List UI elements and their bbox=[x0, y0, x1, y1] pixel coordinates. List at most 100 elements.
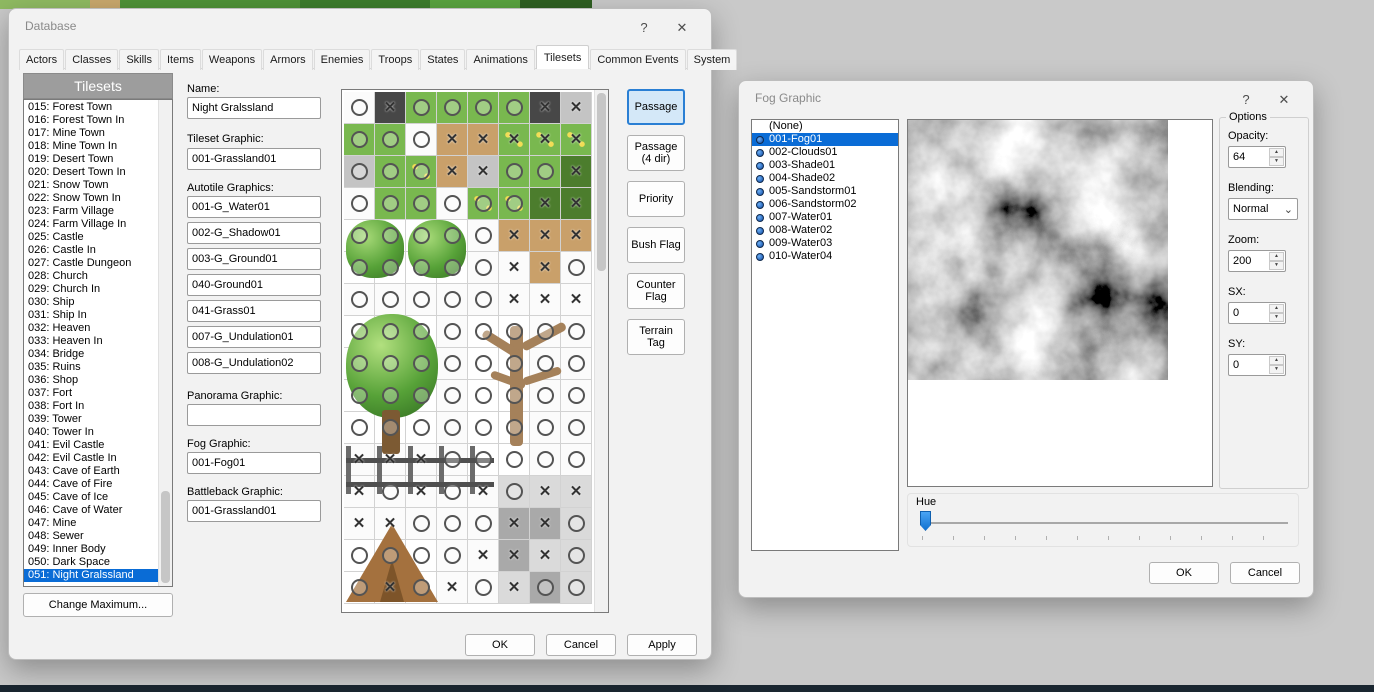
spinner-down-icon[interactable]: ▼ bbox=[1269, 313, 1284, 322]
tileset-list-item[interactable]: 033: Heaven In bbox=[24, 335, 159, 348]
tileset-list-item[interactable]: 024: Farm Village In bbox=[24, 218, 159, 231]
tile-cell[interactable] bbox=[530, 156, 561, 188]
apply-button[interactable]: Apply bbox=[627, 634, 697, 656]
tileset-list-item[interactable]: 048: Sewer bbox=[24, 530, 159, 543]
tile-cell[interactable] bbox=[561, 412, 592, 444]
tile-cell[interactable] bbox=[437, 508, 468, 540]
tileset-list-item[interactable]: 028: Church bbox=[24, 270, 159, 283]
tile-cell[interactable] bbox=[499, 188, 530, 220]
autotile-input-6[interactable] bbox=[187, 326, 321, 348]
tile-cell[interactable] bbox=[375, 252, 406, 284]
tab-items[interactable]: Items bbox=[159, 49, 201, 70]
fog-list-item[interactable]: 001-Fog01 bbox=[752, 133, 898, 146]
tile-cell[interactable]: ✕ bbox=[344, 476, 375, 508]
cancel-button[interactable]: Cancel bbox=[546, 634, 616, 656]
tile-cell[interactable]: ✕ bbox=[530, 476, 561, 508]
tile-cell[interactable]: ✕ bbox=[499, 540, 530, 572]
tile-cell[interactable]: ✕ bbox=[530, 220, 561, 252]
tile-cell[interactable] bbox=[499, 412, 530, 444]
tileset-list-item[interactable]: 040: Tower In bbox=[24, 426, 159, 439]
tile-cell[interactable] bbox=[375, 412, 406, 444]
tileset-list-item[interactable]: 051: Night Gralssland bbox=[24, 569, 159, 582]
tile-cell[interactable] bbox=[437, 444, 468, 476]
tile-cell[interactable] bbox=[406, 188, 437, 220]
tile-cell[interactable] bbox=[406, 156, 437, 188]
tile-cell[interactable] bbox=[344, 156, 375, 188]
tile-cell[interactable] bbox=[344, 540, 375, 572]
tile-cell[interactable] bbox=[344, 220, 375, 252]
fog-graphic-input[interactable] bbox=[187, 452, 321, 474]
spinner-up-icon[interactable]: ▲ bbox=[1269, 356, 1284, 365]
tab-troops[interactable]: Troops bbox=[371, 49, 420, 70]
tab-states[interactable]: States bbox=[420, 49, 466, 70]
tile-cell[interactable] bbox=[344, 284, 375, 316]
tileset-list-item[interactable]: 034: Bridge bbox=[24, 348, 159, 361]
tile-cell[interactable]: ✕ bbox=[530, 188, 561, 220]
tile-cell[interactable] bbox=[344, 252, 375, 284]
spinner-up-icon[interactable]: ▲ bbox=[1269, 148, 1284, 157]
fog-list-item[interactable]: 006-Sandstorm02 bbox=[752, 198, 898, 211]
tab-classes[interactable]: Classes bbox=[65, 49, 119, 70]
tile-cell[interactable] bbox=[468, 572, 499, 604]
spinner-down-icon[interactable]: ▼ bbox=[1269, 157, 1284, 166]
tile-cell[interactable] bbox=[437, 284, 468, 316]
fog-list-item[interactable]: (None) bbox=[752, 120, 898, 133]
tile-cell[interactable] bbox=[437, 540, 468, 572]
tileset-list-scrollbar[interactable] bbox=[158, 100, 172, 586]
tile-cell[interactable] bbox=[499, 156, 530, 188]
tile-cell[interactable] bbox=[375, 540, 406, 572]
tile-cell[interactable]: ✕ bbox=[561, 220, 592, 252]
fog-list-item[interactable]: 008-Water02 bbox=[752, 224, 898, 237]
tile-cell[interactable] bbox=[499, 92, 530, 124]
tileset-list-item[interactable]: 046: Cave of Water bbox=[24, 504, 159, 517]
tile-cell[interactable]: ✕ bbox=[561, 476, 592, 508]
tile-cell[interactable] bbox=[468, 348, 499, 380]
tile-cell[interactable] bbox=[406, 124, 437, 156]
tile-cell[interactable] bbox=[375, 316, 406, 348]
tile-cell[interactable] bbox=[375, 220, 406, 252]
tile-cell[interactable] bbox=[344, 380, 375, 412]
fog-list-item[interactable]: 003-Shade01 bbox=[752, 159, 898, 172]
tileset-list-item[interactable]: 025: Castle bbox=[24, 231, 159, 244]
tile-cell[interactable]: ✕ bbox=[561, 188, 592, 220]
autotile-input-4[interactable] bbox=[187, 274, 321, 296]
tile-cell[interactable]: ✕ bbox=[375, 444, 406, 476]
tile-cell[interactable] bbox=[344, 188, 375, 220]
tile-cell[interactable] bbox=[468, 92, 499, 124]
fog-list-item[interactable]: 002-Clouds01 bbox=[752, 146, 898, 159]
tile-cell[interactable]: ✕ bbox=[344, 444, 375, 476]
tile-cell[interactable]: ✕ bbox=[406, 476, 437, 508]
tab-weapons[interactable]: Weapons bbox=[201, 49, 263, 70]
tile-cell[interactable]: ✕ bbox=[468, 156, 499, 188]
tile-cell[interactable] bbox=[561, 380, 592, 412]
tab-tilesets[interactable]: Tilesets bbox=[535, 45, 590, 69]
tile-cell[interactable] bbox=[468, 284, 499, 316]
tile-cell[interactable] bbox=[406, 220, 437, 252]
tile-cell[interactable] bbox=[468, 380, 499, 412]
tile-cell[interactable] bbox=[344, 572, 375, 604]
fog-list-item[interactable]: 007-Water01 bbox=[752, 211, 898, 224]
tileset-list-item[interactable]: 015: Forest Town bbox=[24, 101, 159, 114]
tileset-list-item[interactable]: 016: Forest Town In bbox=[24, 114, 159, 127]
tileset-list-item[interactable]: 050: Dark Space bbox=[24, 556, 159, 569]
tile-cell[interactable] bbox=[561, 572, 592, 604]
tile-cell[interactable] bbox=[561, 348, 592, 380]
tileset-list-item[interactable]: 032: Heaven bbox=[24, 322, 159, 335]
tile-cell[interactable] bbox=[561, 252, 592, 284]
tile-cell[interactable] bbox=[375, 188, 406, 220]
tab-actors[interactable]: Actors bbox=[19, 49, 65, 70]
tile-cell[interactable] bbox=[468, 252, 499, 284]
tile-cell[interactable] bbox=[344, 124, 375, 156]
tileset-list-item[interactable]: 035: Ruins bbox=[24, 361, 159, 374]
tile-cell[interactable] bbox=[530, 380, 561, 412]
autotile-input-3[interactable] bbox=[187, 248, 321, 270]
tile-cell[interactable]: ✕ bbox=[530, 284, 561, 316]
tile-cell[interactable]: ✕ bbox=[499, 284, 530, 316]
tileset-list-item[interactable]: 019: Desert Town bbox=[24, 153, 159, 166]
fog-list-item[interactable]: 009-Water03 bbox=[752, 237, 898, 250]
tile-cell[interactable] bbox=[344, 412, 375, 444]
tile-cell[interactable] bbox=[468, 220, 499, 252]
tile-cell[interactable]: ✕ bbox=[561, 284, 592, 316]
tileset-list-item[interactable]: 029: Church In bbox=[24, 283, 159, 296]
tile-cell[interactable] bbox=[375, 476, 406, 508]
